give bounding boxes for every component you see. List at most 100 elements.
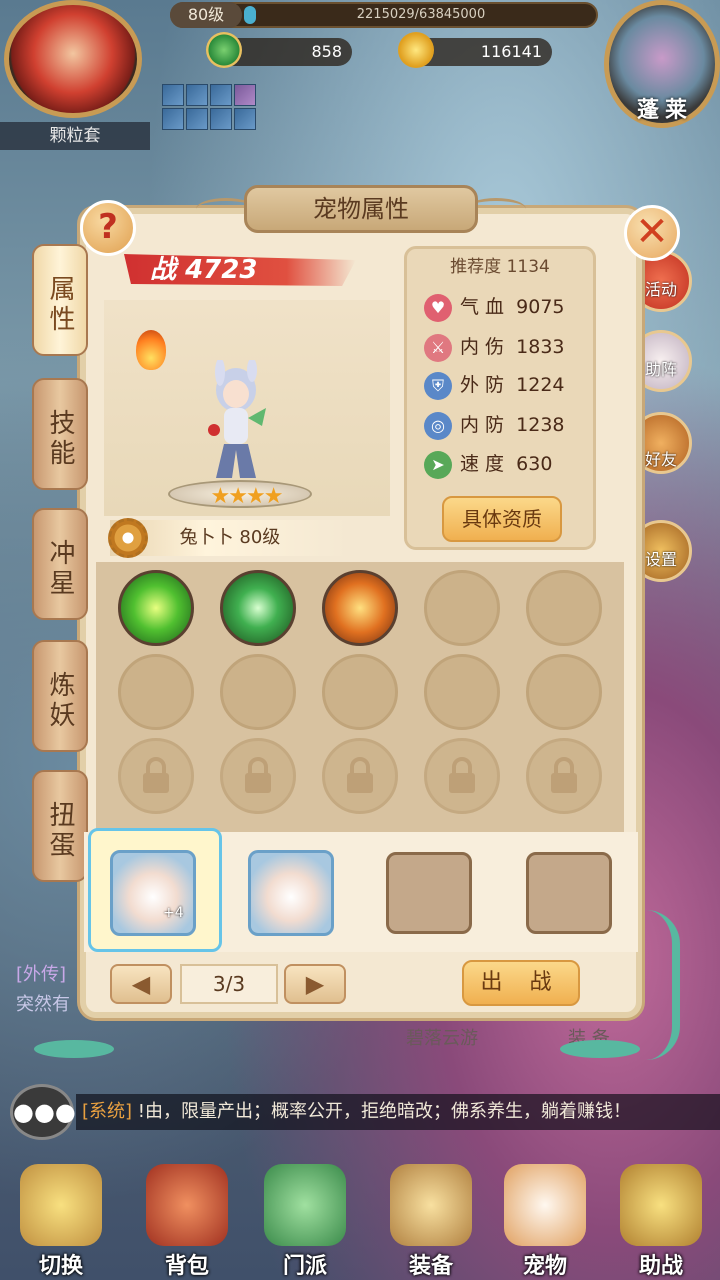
pet-card[interactable] bbox=[248, 850, 334, 936]
tab-attributes[interactable]: 属性 bbox=[32, 244, 88, 356]
help-button[interactable]: ? bbox=[80, 200, 136, 256]
skill-slot-empty[interactable] bbox=[118, 654, 194, 730]
nav-label: 助战 bbox=[638, 1254, 683, 1279]
stat-value: 1224 bbox=[516, 374, 565, 396]
recommend-value: 1134 bbox=[506, 257, 550, 277]
swirl-icon: ◎ bbox=[424, 411, 452, 440]
pet-stars: ★★★★ bbox=[210, 484, 284, 509]
chat-preview: 突然有 bbox=[16, 994, 70, 1015]
lock-icon bbox=[551, 757, 577, 793]
map-name: 蓬莱 bbox=[636, 98, 693, 123]
vine-ornament bbox=[646, 910, 680, 1060]
skill-slot-empty[interactable] bbox=[526, 570, 602, 646]
stat-speed: ➤ 速 度 630 bbox=[424, 447, 552, 481]
bag-icon bbox=[146, 1164, 228, 1246]
skill-slot-locked[interactable] bbox=[424, 738, 500, 814]
skill-slot-locked[interactable] bbox=[322, 738, 398, 814]
nav-label: 切换 bbox=[38, 1254, 83, 1279]
recommend-label: 推荐度 bbox=[450, 257, 502, 277]
buff-icon bbox=[162, 108, 184, 130]
buff-icon bbox=[234, 108, 256, 130]
stat-label: 内 伤 bbox=[460, 336, 505, 358]
pet-card-empty[interactable] bbox=[386, 852, 472, 934]
gear-icon[interactable] bbox=[108, 518, 148, 558]
lock-icon bbox=[449, 757, 475, 793]
stat-label: 外 防 bbox=[460, 374, 505, 396]
pet-figure bbox=[208, 360, 266, 478]
lucky-cat-icon bbox=[504, 1164, 586, 1246]
deploy-button[interactable]: 出 战 bbox=[462, 960, 580, 1006]
nav-label: 背包 bbox=[164, 1254, 209, 1279]
lock-icon bbox=[245, 757, 271, 793]
stat-label: 速 度 bbox=[460, 453, 505, 475]
lock-icon bbox=[143, 757, 169, 793]
skill-slot-leaf[interactable] bbox=[220, 570, 296, 646]
close-button[interactable]: ✕ bbox=[624, 205, 680, 261]
skill-slot-empty[interactable] bbox=[322, 654, 398, 730]
panel-title: 宠物属性 bbox=[244, 185, 478, 233]
stat-label: 内 防 bbox=[460, 414, 505, 436]
pet-plus-badge: +4 bbox=[163, 905, 184, 921]
pet-card-empty[interactable] bbox=[526, 852, 612, 934]
system-message: [系统] !由，限量产出；概率公开，拒绝暗改；佛系养生，躺着赚钱！ bbox=[76, 1094, 720, 1130]
tab-gacha[interactable]: 扭蛋 bbox=[32, 770, 88, 882]
skill-slot-wind[interactable] bbox=[118, 570, 194, 646]
chat-tag: [外传] bbox=[16, 964, 67, 985]
power-value: 4723 bbox=[185, 255, 258, 285]
nav-assist[interactable]: 助战 bbox=[606, 1164, 716, 1280]
treasure-icon bbox=[620, 1164, 702, 1246]
recommend-score: 推荐度 1134 bbox=[404, 252, 596, 277]
behind-button-left: 碧落云游 bbox=[406, 1028, 478, 1049]
buff-icon bbox=[186, 84, 208, 106]
skill-slot-flame[interactable] bbox=[322, 570, 398, 646]
nav-bag[interactable]: 背包 bbox=[132, 1164, 242, 1280]
buff-icon bbox=[162, 84, 184, 106]
skill-slot-empty[interactable] bbox=[220, 654, 296, 730]
skill-slot-empty[interactable] bbox=[424, 654, 500, 730]
nav-label: 门派 bbox=[282, 1254, 327, 1279]
player-avatar[interactable] bbox=[4, 0, 142, 118]
buff-icon bbox=[210, 108, 232, 130]
switch-icon bbox=[20, 1164, 102, 1246]
skill-slot-locked[interactable] bbox=[526, 738, 602, 814]
stat-outer-defense: ⛨ 外 防 1224 bbox=[424, 368, 565, 402]
sect-icon bbox=[264, 1164, 346, 1246]
sword-icon: ⚔ bbox=[424, 333, 452, 362]
power-rating: 战 4723 bbox=[150, 250, 257, 290]
skill-slot-empty[interactable] bbox=[526, 654, 602, 730]
bottom-nav: 切换 背包 门派 装备 宠物 助战 bbox=[0, 1150, 720, 1280]
detail-aptitude-button[interactable]: 具体资质 bbox=[442, 496, 562, 542]
tab-star-up[interactable]: 冲星 bbox=[32, 508, 88, 620]
tab-refine[interactable]: 炼妖 bbox=[32, 640, 88, 752]
lock-icon bbox=[347, 757, 373, 793]
stat-hp: ♥ 气 血 9075 bbox=[424, 290, 565, 324]
skill-slot-empty[interactable] bbox=[424, 570, 500, 646]
jade-icon bbox=[206, 32, 242, 68]
stat-value: 630 bbox=[516, 453, 553, 475]
pet-card[interactable] bbox=[110, 850, 196, 936]
skill-slot-locked[interactable] bbox=[220, 738, 296, 814]
fire-element-icon bbox=[136, 330, 166, 370]
stat-value: 9075 bbox=[516, 296, 565, 318]
leaf-ornament bbox=[560, 1040, 640, 1058]
nav-switch[interactable]: 切换 bbox=[6, 1164, 116, 1280]
nav-equipment[interactable]: 装备 bbox=[376, 1164, 486, 1280]
player-level: 80级 bbox=[170, 2, 242, 28]
player-nickname: 颗粒套 bbox=[0, 122, 150, 150]
buff-icon bbox=[234, 84, 256, 106]
next-page-button[interactable]: ▶ bbox=[284, 964, 346, 1004]
stat-label: 气 血 bbox=[460, 296, 505, 318]
nav-pet[interactable]: 宠物 bbox=[490, 1164, 600, 1280]
chat-bubble-icon[interactable]: ●●● bbox=[10, 1084, 76, 1140]
nav-label: 宠物 bbox=[522, 1254, 567, 1279]
exp-text: 2215029/63845000 bbox=[356, 7, 486, 22]
nav-sect[interactable]: 门派 bbox=[250, 1164, 360, 1280]
system-tag: [系统] bbox=[82, 1101, 133, 1122]
stat-inner-damage: ⚔ 内 伤 1833 bbox=[424, 330, 565, 364]
tab-skills[interactable]: 技能 bbox=[32, 378, 88, 490]
prev-page-button[interactable]: ◀ bbox=[110, 964, 172, 1004]
skill-slot-locked[interactable] bbox=[118, 738, 194, 814]
gold-ingot-icon bbox=[398, 32, 434, 68]
heart-icon: ♥ bbox=[424, 293, 452, 322]
system-text: !由，限量产出；概率公开，拒绝暗改；佛系养生，躺着赚钱！ bbox=[137, 1101, 631, 1122]
